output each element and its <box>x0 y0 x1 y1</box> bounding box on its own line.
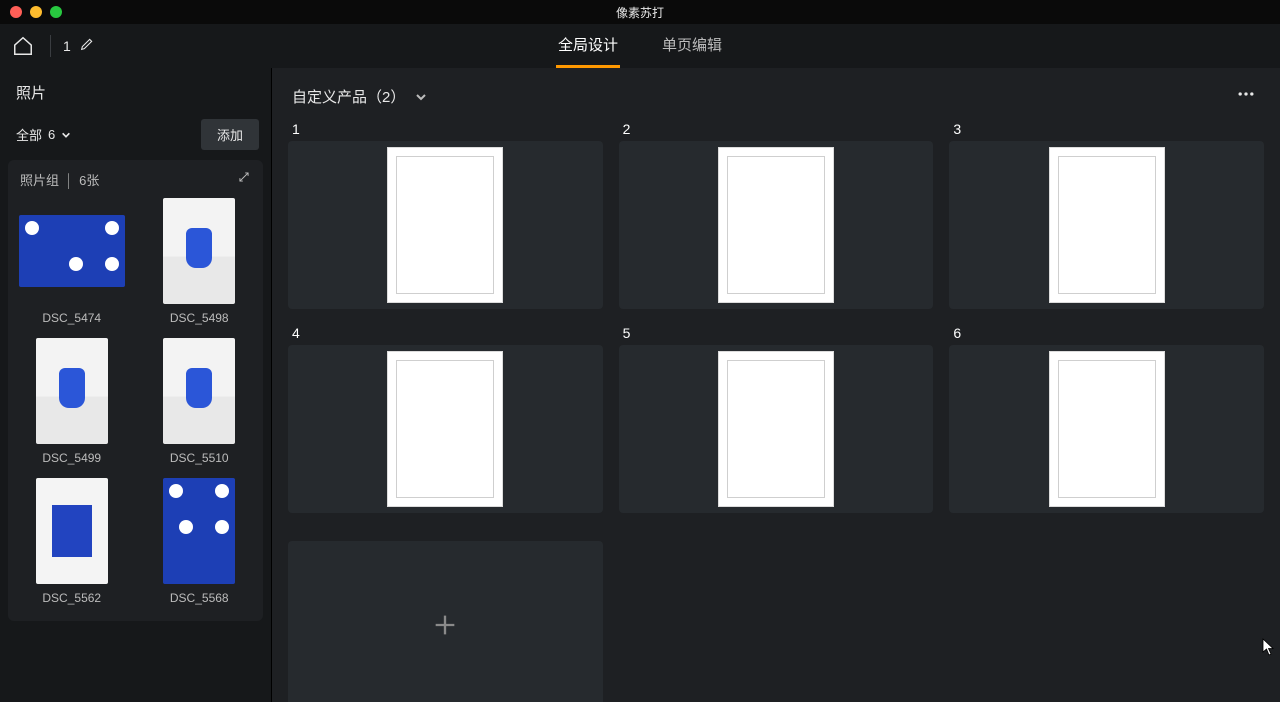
page-number: 3 <box>949 121 1264 141</box>
page-paper <box>1049 147 1165 303</box>
page-paper <box>1049 351 1165 507</box>
expand-group-button[interactable] <box>237 170 251 189</box>
plus-icon <box>431 611 459 639</box>
photo-thumbnail[interactable]: DSC_5498 <box>144 197 256 325</box>
add-photos-button[interactable]: 添加 <box>201 119 259 150</box>
window-title: 像素苏打 <box>0 4 1280 21</box>
photo-thumbnail[interactable]: DSC_5499 <box>16 337 128 465</box>
thumbnail-caption: DSC_5568 <box>170 591 229 605</box>
thumbnail-caption: DSC_5562 <box>42 591 101 605</box>
page-cell[interactable]: 1 <box>288 121 603 309</box>
workspace: 照片 全部 6 添加 照片组│6张 DSC_5474DSC_5498DSC_54… <box>0 68 1280 702</box>
photo-thumbnail[interactable]: DSC_5562 <box>16 477 128 605</box>
page-paper <box>387 351 503 507</box>
home-icon <box>12 35 34 57</box>
page-slot <box>949 141 1264 309</box>
page-row: 123 456 <box>288 121 1264 513</box>
sidebar-title: 照片 <box>8 82 263 113</box>
expand-diagonal-icon <box>237 170 251 184</box>
rename-button[interactable] <box>79 36 95 57</box>
page-slot <box>288 345 603 513</box>
thumbnail-caption: DSC_5499 <box>42 451 101 465</box>
thumbnail-frame <box>145 197 253 305</box>
chevron-down-icon <box>415 91 427 103</box>
main-area: 自定义产品（2） 123 456 <box>272 68 1280 702</box>
photo-thumbnail-grid: DSC_5474 DSC_5498 DSC_5499 DSC_5510 DSC_5562… <box>16 197 255 605</box>
pencil-icon <box>79 36 95 52</box>
page-cell[interactable]: 6 <box>949 325 1264 513</box>
photo-group-header: 照片组│6张 <box>16 170 255 197</box>
more-menu-button[interactable] <box>1236 84 1256 109</box>
photo-group-panel: 照片组│6张 DSC_5474DSC_5498DSC_5499DSC_5510D… <box>8 160 263 621</box>
tab-single-page-edit[interactable]: 单页编辑 <box>660 24 724 68</box>
product-dropdown[interactable]: 自定义产品（2） <box>292 86 427 107</box>
document-number: 1 <box>63 38 71 54</box>
photo-thumbnail[interactable]: DSC_5474 <box>16 197 128 325</box>
page-paper <box>718 351 834 507</box>
page-cell[interactable]: 5 <box>619 325 934 513</box>
photo-thumbnail[interactable]: DSC_5568 <box>144 477 256 605</box>
photo-filter-count: 6 <box>48 127 55 142</box>
thumbnail-frame <box>18 477 126 585</box>
sidebar-filter-row: 全部 6 添加 <box>8 113 263 160</box>
page-number: 1 <box>288 121 603 141</box>
dots-horizontal-icon <box>1236 84 1256 104</box>
thumbnail-image <box>163 478 235 584</box>
photo-filter-label: 全部 <box>16 125 42 144</box>
mode-tabs: 全局设计 单页编辑 <box>0 24 1280 68</box>
titlebar: 像素苏打 <box>0 0 1280 24</box>
product-dropdown-label: 自定义产品（2） <box>292 86 405 107</box>
page-paper <box>718 147 834 303</box>
photo-thumbnail[interactable]: DSC_5510 <box>144 337 256 465</box>
thumbnail-frame <box>145 337 253 445</box>
page-slot <box>288 141 603 309</box>
chevron-down-icon <box>61 130 71 140</box>
page-slot <box>619 345 934 513</box>
thumbnail-frame <box>18 337 126 445</box>
thumbnail-caption: DSC_5510 <box>170 451 229 465</box>
thumbnail-image <box>36 478 108 584</box>
page-number: 5 <box>619 325 934 345</box>
add-page-button[interactable] <box>288 541 603 702</box>
photo-filter-dropdown[interactable]: 全部 6 <box>16 125 71 144</box>
page-paper <box>387 147 503 303</box>
main-header: 自定义产品（2） <box>272 68 1280 117</box>
thumbnail-image <box>19 215 125 287</box>
thumbnail-image <box>163 338 235 444</box>
page-grid: 123 456 <box>272 117 1280 702</box>
page-number: 2 <box>619 121 934 141</box>
thumbnail-caption: DSC_5498 <box>170 311 229 325</box>
page-number: 4 <box>288 325 603 345</box>
page-slot <box>619 141 934 309</box>
thumbnail-frame <box>18 197 126 305</box>
thumbnail-image <box>36 338 108 444</box>
page-cell[interactable]: 4 <box>288 325 603 513</box>
thumbnail-caption: DSC_5474 <box>42 311 101 325</box>
home-button[interactable] <box>8 31 38 61</box>
photo-group-label: 照片组│6张 <box>20 170 99 189</box>
thumbnail-frame <box>145 477 253 585</box>
page-cell[interactable]: 2 <box>619 121 934 309</box>
tab-global-design[interactable]: 全局设计 <box>556 24 620 68</box>
page-number: 6 <box>949 325 1264 345</box>
sidebar: 照片 全部 6 添加 照片组│6张 DSC_5474DSC_5498DSC_54… <box>0 68 272 702</box>
page-cell[interactable]: 3 <box>949 121 1264 309</box>
thumbnail-image <box>163 198 235 304</box>
toolbar: 1 全局设计 单页编辑 <box>0 24 1280 68</box>
toolbar-separator <box>50 35 51 57</box>
page-slot <box>949 345 1264 513</box>
